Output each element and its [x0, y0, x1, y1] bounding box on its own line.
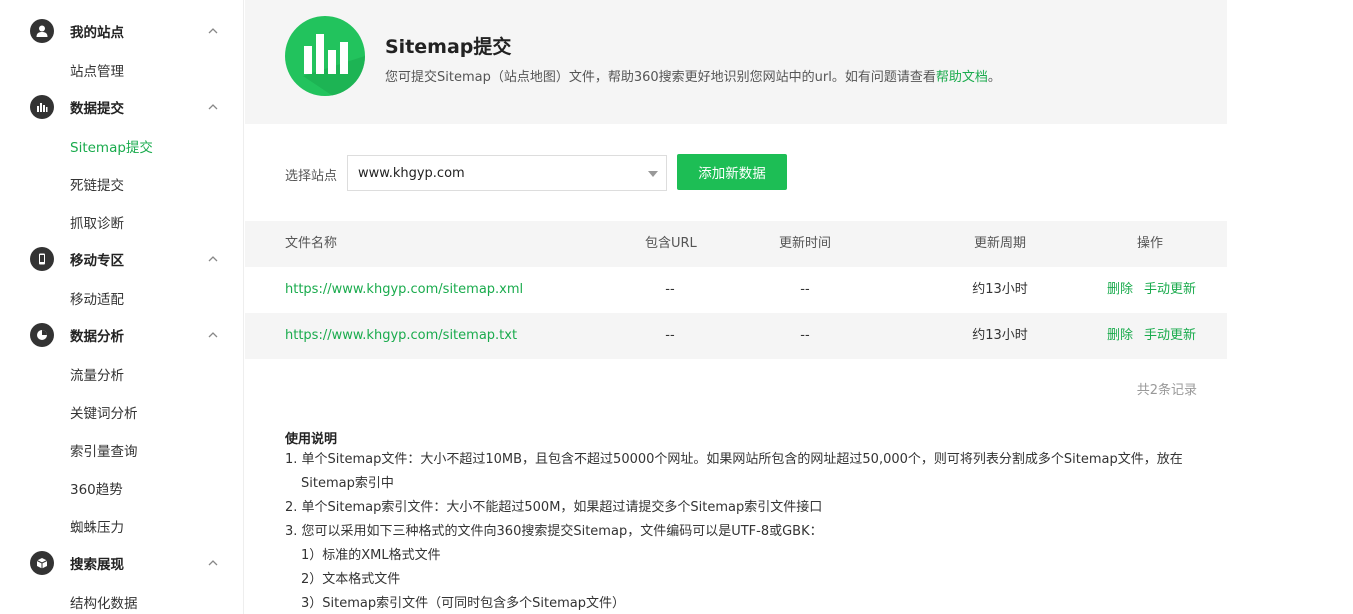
column-header: 操作	[1136, 236, 1163, 251]
sidebar-item-sitemap-submit[interactable]: Sitemap提交	[70, 136, 153, 156]
instruction-line: 2. 单个Sitemap索引文件：大小不能超过500M，如果超过请提交多个Sit…	[285, 500, 823, 515]
sidebar-group-search-display[interactable]: 搜索展现	[30, 550, 220, 576]
table-row: https://www.khgyp.com/sitemap.xml -- -- …	[245, 267, 1227, 313]
instruction-line: 3. 您可以采用如下三种格式的文件向360搜索提交Sitemap，文件编码可以是…	[285, 524, 823, 539]
sidebar-item-keyword-analysis[interactable]: 关键词分析	[70, 402, 138, 422]
sidebar-item-crawl-diagnosis[interactable]: 抓取诊断	[70, 212, 124, 232]
sidebar-item-structured-data[interactable]: 结构化数据	[70, 592, 138, 612]
sidebar-group-label: 数据分析	[70, 329, 124, 345]
sidebar-group-data-analysis[interactable]: 数据分析	[30, 322, 220, 348]
url-count: --	[665, 328, 675, 343]
sidebar-group-my-sites[interactable]: 我的站点	[30, 18, 220, 44]
update-cycle: 约13小时	[972, 282, 1028, 297]
sidebar-item-mobile-adapt[interactable]: 移动适配	[70, 288, 124, 308]
mobile-icon	[30, 247, 54, 271]
site-select-label: 选择站点	[285, 169, 338, 184]
page-title: Sitemap提交	[385, 36, 512, 58]
update-time: --	[800, 328, 810, 343]
sitemap-logo-icon	[285, 16, 365, 96]
bar-chart-icon	[30, 95, 54, 119]
sidebar-group-label: 我的站点	[70, 25, 124, 41]
url-count: --	[665, 282, 675, 297]
table-header: 文件名称 包含URL 更新时间 更新周期 操作	[245, 221, 1227, 267]
chevron-up-icon[interactable]	[206, 252, 220, 266]
table-row: https://www.khgyp.com/sitemap.txt -- -- …	[245, 313, 1227, 359]
column-header: 更新周期	[973, 236, 1026, 251]
instruction-line: Sitemap索引中	[301, 476, 394, 491]
description-text: 您可提交Sitemap（站点地图）文件，帮助360搜索更好地识别您网站中的url…	[385, 70, 936, 85]
update-cycle: 约13小时	[972, 328, 1028, 343]
instruction-line: 1）标准的XML格式文件	[301, 548, 441, 563]
site-select[interactable]: www.khgyp.com	[347, 155, 667, 191]
instructions-title: 使用说明	[285, 432, 338, 447]
site-select-value: www.khgyp.com	[358, 165, 465, 181]
instruction-line: 2）文本格式文件	[301, 572, 401, 587]
instruction-line: 1. 单个Sitemap文件：大小不超过10MB，且包含不超过50000个网址。…	[285, 452, 1183, 467]
manual-update-button[interactable]: 手动更新	[1144, 313, 1196, 359]
sitemap-file-link[interactable]: https://www.khgyp.com/sitemap.txt	[285, 313, 517, 359]
page-header: Sitemap提交 您可提交Sitemap（站点地图）文件，帮助360搜索更好地…	[245, 0, 1227, 124]
sitemap-file-link[interactable]: https://www.khgyp.com/sitemap.xml	[285, 267, 523, 313]
user-icon	[30, 19, 54, 43]
manual-update-button[interactable]: 手动更新	[1144, 267, 1196, 313]
sidebar-item-index-query[interactable]: 索引量查询	[70, 440, 138, 460]
sidebar-group-data-submit[interactable]: 数据提交	[30, 94, 220, 120]
chevron-up-icon[interactable]	[206, 100, 220, 114]
sidebar-group-label: 移动专区	[70, 253, 124, 269]
record-count: 共2条记录	[1136, 383, 1197, 398]
delete-button[interactable]: 删除	[1107, 313, 1133, 359]
update-time: --	[800, 282, 810, 297]
column-header: 文件名称	[285, 236, 338, 251]
sidebar-item-site-management[interactable]: 站点管理	[70, 60, 124, 80]
sidebar-item-deadlink-submit[interactable]: 死链提交	[70, 174, 124, 194]
chevron-up-icon[interactable]	[206, 24, 220, 38]
sidebar-item-traffic-analysis[interactable]: 流量分析	[70, 364, 124, 384]
page-description: 您可提交Sitemap（站点地图）文件，帮助360搜索更好地识别您网站中的url…	[385, 66, 1001, 85]
instruction-line: 3）Sitemap索引文件（可同时包含多个Sitemap文件）	[301, 596, 625, 611]
column-header: 包含URL	[645, 236, 697, 251]
sidebar-item-360-trend[interactable]: 360趋势	[70, 478, 123, 498]
description-end: 。	[987, 70, 1001, 85]
add-new-data-button[interactable]: 添加新数据	[677, 154, 787, 190]
column-header: 更新时间	[778, 236, 831, 251]
help-doc-link[interactable]: 帮助文档	[936, 70, 988, 85]
pie-chart-icon	[30, 323, 54, 347]
caret-down-icon	[648, 171, 658, 177]
sidebar-group-label: 数据提交	[70, 101, 124, 117]
cube-icon	[30, 551, 54, 575]
chevron-up-icon[interactable]	[206, 556, 220, 570]
sidebar-item-spider-pressure[interactable]: 蜘蛛压力	[70, 516, 124, 536]
sidebar-group-label: 搜索展现	[70, 557, 124, 573]
sidebar-group-mobile[interactable]: 移动专区	[30, 246, 220, 272]
chevron-up-icon[interactable]	[206, 328, 220, 342]
sidebar: 我的站点 站点管理 数据提交 Sitemap提交 死链提交 抓取诊断 移动专区 …	[0, 0, 244, 614]
delete-button[interactable]: 删除	[1107, 267, 1133, 313]
